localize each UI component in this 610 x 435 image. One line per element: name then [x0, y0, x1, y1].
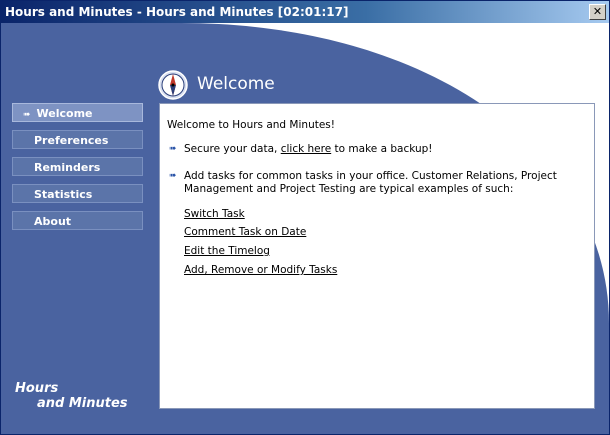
brand-line-1: Hours [15, 381, 59, 396]
sidebar-item-label: Welcome [36, 107, 93, 120]
compass-icon [158, 70, 188, 100]
brand-line-2: and Minutes [37, 396, 128, 411]
brand-logo-text: Hours and Minutes [15, 381, 128, 411]
app-window: Hours and Minutes - Hours and Minutes [0… [0, 0, 610, 435]
backup-suffix: to make a backup! [331, 143, 433, 155]
modify-tasks-link[interactable]: Add, Remove or Modify Tasks [184, 264, 337, 276]
arrow-right-icon: ➠ [169, 171, 177, 181]
sidebar-item-label: About [34, 215, 72, 228]
sidebar-item-about[interactable]: About [12, 211, 143, 230]
content-panel: Welcome to Hours and Minutes! ➠ Secure y… [159, 103, 595, 409]
edit-timelog-link[interactable]: Edit the Timelog [184, 245, 270, 257]
window-title: Hours and Minutes - Hours and Minutes [0… [5, 5, 349, 19]
sidebar-item-label: Reminders [34, 161, 101, 174]
backup-prefix: Secure your data, [184, 143, 281, 155]
comment-task-link[interactable]: Comment Task on Date [184, 226, 306, 238]
sidebar-item-preferences[interactable]: Preferences [12, 130, 143, 149]
tasks-intro-text: Add tasks for common tasks in your offic… [184, 170, 557, 195]
sidebar-item-label: Preferences [34, 134, 109, 147]
page-title: Welcome [197, 74, 275, 94]
sidebar-item-label: Statistics [34, 188, 93, 201]
sidebar-item-reminders[interactable]: Reminders [12, 157, 143, 176]
close-button[interactable]: ✕ [589, 4, 606, 20]
switch-task-link[interactable]: Switch Task [184, 208, 245, 220]
client-area: Welcome ➠ Welcome Preferences Reminders S… [1, 23, 609, 434]
backup-link[interactable]: click here [281, 143, 331, 155]
backup-text: Secure your data, click here to make a b… [184, 143, 433, 156]
sidebar-item-welcome[interactable]: ➠ Welcome [12, 103, 143, 122]
title-bar[interactable]: Hours and Minutes - Hours and Minutes [0… [1, 1, 609, 23]
arrow-right-icon: ➠ [169, 144, 177, 154]
greeting-text: Welcome to Hours and Minutes! [167, 119, 335, 131]
sidebar-item-statistics[interactable]: Statistics [12, 184, 143, 203]
sidebar-nav: ➠ Welcome Preferences Reminders Statistic… [12, 103, 143, 238]
arrow-right-icon: ➠ [23, 110, 31, 120]
